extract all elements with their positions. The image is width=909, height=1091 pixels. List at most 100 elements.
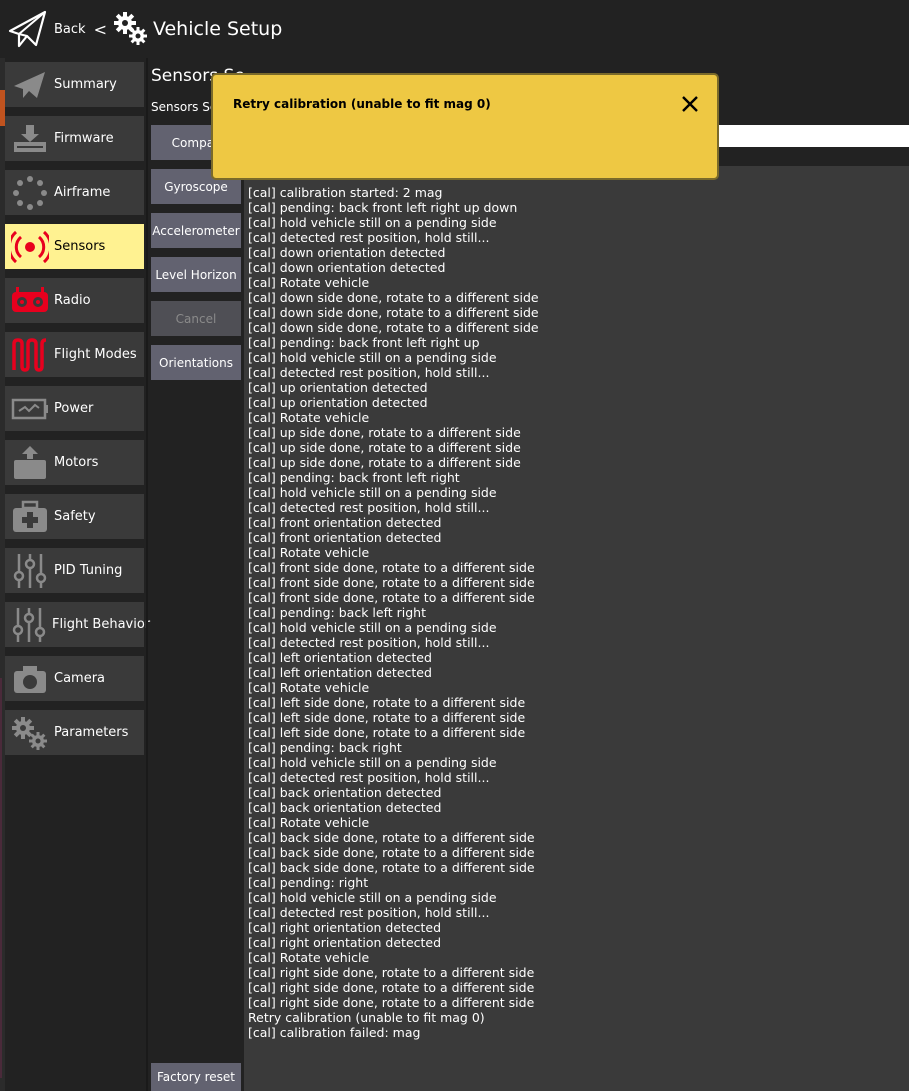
- sidebar-item-radio[interactable]: Radio: [5, 278, 144, 323]
- log-line: [cal] left side done, rotate to a differ…: [248, 695, 526, 710]
- log-line: [cal] up side done, rotate to a differen…: [248, 425, 521, 440]
- log-line: [cal] left orientation detected: [248, 650, 432, 665]
- sidebar-item-label: Camera: [54, 671, 106, 686]
- factory-reset-button[interactable]: Factory reset: [151, 1063, 241, 1091]
- log-line: [cal] detected rest position, hold still…: [248, 500, 490, 515]
- sidebar-item-camera[interactable]: Camera: [5, 656, 144, 701]
- log-line: [cal] down orientation detected: [248, 245, 446, 260]
- log-line: [cal] detected rest position, hold still…: [248, 770, 490, 785]
- level-horizon-button[interactable]: Level Horizon: [151, 257, 241, 292]
- back-button[interactable]: Back: [8, 4, 86, 54]
- summary-icon: [10, 67, 50, 103]
- log-line: [cal] back orientation detected: [248, 800, 442, 815]
- log-line: [cal] Rotate vehicle: [248, 275, 370, 290]
- gears-icon: [113, 12, 147, 45]
- log-line: [cal] left orientation detected: [248, 665, 432, 680]
- sidebar-item-safety[interactable]: Safety: [5, 494, 144, 539]
- log-line: [cal] hold vehicle still on a pending si…: [248, 890, 497, 905]
- log-line: [cal] up side done, rotate to a differen…: [248, 455, 521, 470]
- section-subtitle: Sensors Se: [151, 100, 218, 114]
- log-line: [cal] back side done, rotate to a differ…: [248, 845, 535, 860]
- log-line: [cal] down side done, rotate to a differ…: [248, 320, 539, 335]
- sidebar-item-power[interactable]: Power: [5, 386, 144, 431]
- page-title: Vehicle Setup: [152, 18, 283, 40]
- sidebar-item-flight-behavior[interactable]: Flight Behavior: [5, 602, 150, 647]
- error-toast: Retry calibration (unable to fit mag 0): [211, 73, 719, 180]
- power-icon: [10, 391, 50, 427]
- sidebar-item-label: Parameters: [54, 725, 129, 740]
- log-line: [cal] calibration started: 2 mag: [248, 185, 443, 200]
- log-line: [cal] back side done, rotate to a differ…: [248, 860, 535, 875]
- sensors-icon: [10, 229, 50, 265]
- log-lines: [cal] calibration started: 2 mag [cal] pe…: [248, 185, 539, 1040]
- sidebar-item-motors[interactable]: Motors: [5, 440, 144, 485]
- log-line: [cal] detected rest position, hold still…: [248, 365, 490, 380]
- back-label: Back: [54, 21, 86, 37]
- pid-tuning-icon: [10, 553, 50, 589]
- accelerometer-button[interactable]: Accelerometer: [151, 213, 241, 248]
- sidebar-item-firmware[interactable]: Firmware: [5, 116, 144, 161]
- sidebar-item-label: Sensors: [54, 239, 106, 254]
- log-line: [cal] right side done, rotate to a diffe…: [248, 980, 535, 995]
- log-line: [cal] Rotate vehicle: [248, 815, 370, 830]
- flight-modes-icon: [10, 337, 50, 373]
- sidebar-item-parameters[interactable]: Parameters: [5, 710, 144, 755]
- safety-icon: [10, 499, 50, 535]
- sidebar-item-label: Flight Behavior: [52, 617, 151, 632]
- log-line: [cal] pending: back left right: [248, 605, 426, 620]
- log-line: [cal] down orientation detected: [248, 260, 446, 275]
- close-icon[interactable]: [679, 93, 701, 115]
- log-line: [cal] detected rest position, hold still…: [248, 635, 490, 650]
- sidebar-item-sensors[interactable]: Sensors: [5, 224, 144, 269]
- sidebar-item-label: PID Tuning: [54, 563, 123, 578]
- log-line: [cal] down side done, rotate to a differ…: [248, 305, 539, 320]
- log-line: [cal] right side done, rotate to a diffe…: [248, 995, 535, 1010]
- cancel-button[interactable]: Cancel: [151, 301, 241, 336]
- log-line: [cal] front side done, rotate to a diffe…: [248, 575, 535, 590]
- log-line: [cal] left side done, rotate to a differ…: [248, 710, 526, 725]
- log-line: [cal] pending: back right: [248, 740, 402, 755]
- log-line: [cal] detected rest position, hold still…: [248, 230, 490, 245]
- flight-behavior-icon: [10, 607, 48, 643]
- sidebar-item-label: Power: [54, 401, 94, 416]
- log-line: [cal] pending: back front left right: [248, 470, 460, 485]
- log-line: Retry calibration (unable to fit mag 0): [248, 1010, 485, 1025]
- parameters-icon: [10, 715, 50, 751]
- toast-message: Retry calibration (unable to fit mag 0): [233, 97, 491, 111]
- log-line: [cal] front side done, rotate to a diffe…: [248, 560, 535, 575]
- log-line: [cal] pending: back front left right up: [248, 335, 480, 350]
- log-line: [cal] front orientation detected: [248, 530, 442, 545]
- sidebar-item-label: Radio: [54, 293, 91, 308]
- log-line: [cal] up side done, rotate to a differen…: [248, 440, 521, 455]
- top-bar: Back < Vehicle Setup: [0, 0, 909, 58]
- log-line: [cal] hold vehicle still on a pending si…: [248, 215, 497, 230]
- log-line: [cal] right side done, rotate to a diffe…: [248, 965, 535, 980]
- sidebar-item-label: Flight Modes: [54, 347, 137, 362]
- progress-bar: [716, 125, 909, 147]
- log-line: [cal] right orientation detected: [248, 920, 442, 935]
- firmware-icon: [10, 121, 50, 157]
- sidebar-item-airframe[interactable]: Airframe: [5, 170, 144, 215]
- airframe-icon: [10, 175, 50, 211]
- log-line: [cal] Rotate vehicle: [248, 680, 370, 695]
- log-line: [cal] left side done, rotate to a differ…: [248, 725, 526, 740]
- edge-accent: [0, 678, 2, 1078]
- breadcrumb-separator: <: [93, 19, 107, 39]
- sidebar-item-label: Summary: [54, 77, 117, 92]
- log-line: [cal] hold vehicle still on a pending si…: [248, 485, 497, 500]
- log-line: [cal] Rotate vehicle: [248, 950, 370, 965]
- radio-icon: [10, 283, 50, 319]
- log-line: [cal] hold vehicle still on a pending si…: [248, 350, 497, 365]
- log-line: [cal] hold vehicle still on a pending si…: [248, 755, 497, 770]
- paper-plane-icon: [8, 10, 47, 48]
- sidebar-item-pid-tuning[interactable]: PID Tuning: [5, 548, 144, 593]
- sidebar-item-summary[interactable]: Summary: [5, 62, 144, 107]
- calibration-log[interactable]: [cal] calibration started: 2 mag [cal] pe…: [244, 166, 909, 1091]
- sidebar-item-label: Airframe: [54, 185, 111, 200]
- camera-icon: [10, 661, 50, 697]
- sidebar-divider: [146, 58, 148, 1091]
- orientations-button[interactable]: Orientations: [151, 345, 241, 380]
- sidebar-item-flight-modes[interactable]: Flight Modes: [5, 332, 144, 377]
- log-line: [cal] right orientation detected: [248, 935, 442, 950]
- log-line: [cal] pending: back front left right up …: [248, 200, 518, 215]
